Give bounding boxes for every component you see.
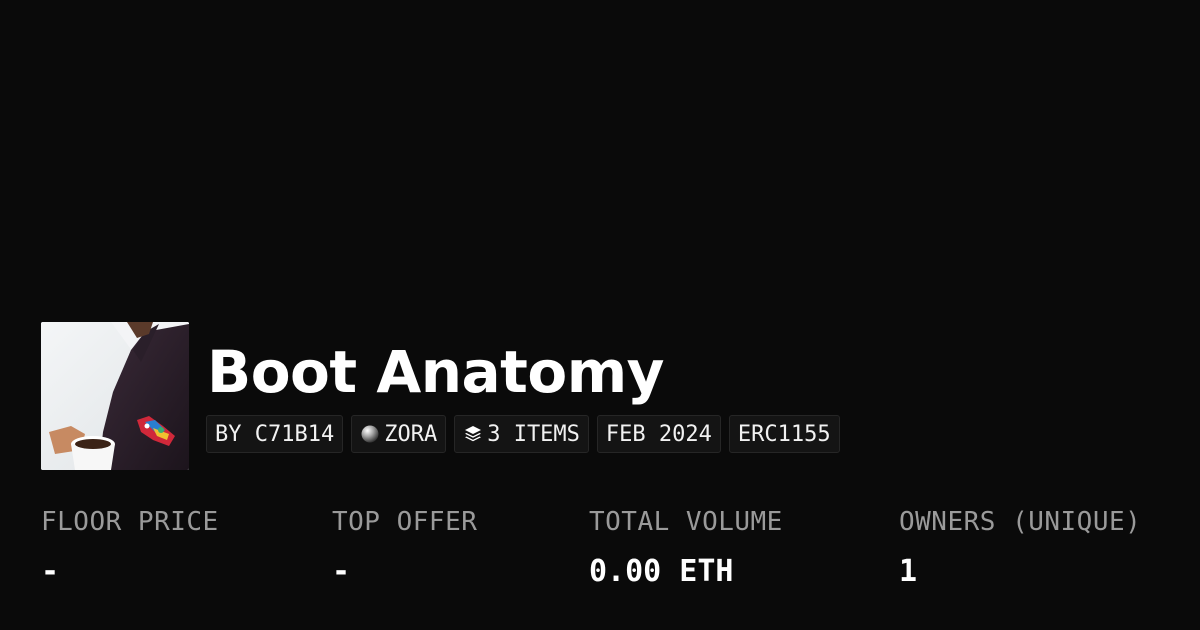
collection-title: Boot Anatomy: [207, 338, 664, 406]
collection-image: [41, 322, 189, 470]
owners-label: OWNERS (UNIQUE): [899, 507, 1142, 537]
floor-price-value: -: [41, 554, 60, 589]
owners-stat: OWNERS (UNIQUE) 1: [899, 504, 1141, 590]
creator-chip[interactable]: BY C71B14: [206, 415, 344, 453]
owners-value: 1: [899, 554, 918, 589]
collection-meta-chips: BY C71B14 ZORA 3 ITEMS FEB 2024 ERC1155: [206, 415, 840, 453]
network-label: ZORA: [384, 421, 438, 447]
network-chip: ZORA: [351, 415, 447, 453]
zora-orb-icon: [360, 424, 380, 444]
standard-chip: ERC1155: [728, 415, 840, 453]
standard-label: ERC1155: [737, 421, 831, 447]
collection-card: Boot Anatomy BY C71B14 ZORA 3 ITEMS FEB …: [0, 0, 1200, 630]
items-label: 3 ITEMS: [487, 421, 580, 447]
items-chip: 3 ITEMS: [454, 415, 589, 453]
date-chip: FEB 2024: [596, 415, 721, 453]
floor-price-label: FLOOR PRICE: [41, 507, 219, 537]
total-volume-value: 0.00 ETH: [589, 554, 734, 589]
top-offer-label: TOP OFFER: [332, 507, 478, 537]
collection-thumbnail: [41, 322, 189, 470]
floor-price-stat: FLOOR PRICE -: [41, 504, 219, 590]
total-volume-label: TOTAL VOLUME: [589, 507, 783, 537]
layers-icon: [463, 424, 483, 444]
top-offer-value: -: [332, 554, 351, 589]
total-volume-stat: TOTAL VOLUME 0.00 ETH: [589, 504, 783, 590]
creator-label: BY C71B14: [215, 421, 335, 447]
top-offer-stat: TOP OFFER -: [332, 504, 477, 590]
date-label: FEB 2024: [605, 421, 712, 447]
